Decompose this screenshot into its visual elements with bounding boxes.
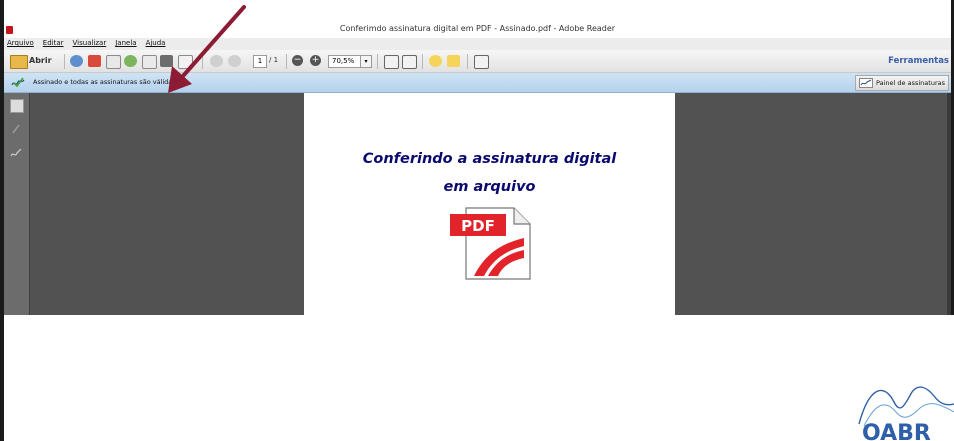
document-viewport[interactable]: Conferindo a assinatura digital em arqui… [4,93,951,315]
menu-bar: Arquivo Editar Visualizar Janela Ajuda [4,39,165,50]
fit-width-icon[interactable] [384,55,399,69]
edit-document-icon[interactable] [106,55,121,69]
save-icon[interactable] [142,55,157,69]
email-icon[interactable] [178,55,193,69]
pdf-page: Conferindo a assinatura digital em arqui… [304,93,675,315]
main-toolbar: Abrir 1 / 1 − + 70,5% ▾ Ferramentas [4,50,951,73]
window-title: Conferimdo assinatura digital em PDF - A… [339,24,616,33]
page-number-input[interactable]: 1 [253,55,267,68]
cloud-share-icon[interactable] [124,55,137,67]
print-icon[interactable] [160,55,173,67]
toolbar-separator [422,54,423,69]
toolbar-separator [286,54,287,69]
toolbar-separator [377,54,378,69]
signature-panel-label: Painel de assinaturas [876,79,945,87]
previous-page-icon[interactable] [210,55,223,67]
combine-files-icon[interactable] [88,55,101,67]
zoom-in-icon[interactable]: + [310,55,321,66]
attachments-icon[interactable] [10,123,22,135]
navigation-sidebar [4,93,30,315]
document-heading-line1: Conferindo a assinatura digital [362,151,617,167]
zoom-out-icon[interactable]: − [292,55,303,66]
fit-page-icon[interactable] [402,55,417,69]
menu-item-arquivo[interactable]: Arquivo [7,39,34,50]
logo-text: OABR [862,421,931,441]
menu-item-visualizar[interactable]: Visualizar [73,39,107,50]
pdf-file-icon: PDF [450,207,531,280]
menu-item-ajuda[interactable]: Ajuda [146,39,166,50]
menu-item-janela[interactable]: Janela [115,39,136,50]
page-total-label: / 1 [269,56,279,64]
oabrj-logo: OABR [858,386,954,441]
tools-button[interactable]: Ferramentas [888,56,949,66]
comment-icon[interactable] [429,55,442,67]
title-bar: Conferimdo assinatura digital em PDF - A… [4,22,951,38]
folder-icon[interactable] [10,55,28,69]
pdf-badge-text: PDF [461,217,495,235]
adobe-reader-window: Conferimdo assinatura digital em PDF - A… [4,22,951,315]
menu-item-editar[interactable]: Editar [43,39,64,50]
document-heading-line2: em arquivo [443,179,536,195]
vertical-scrollbar[interactable] [947,93,951,315]
pages-icon[interactable] [10,99,24,113]
signature-panel-button[interactable]: Painel de assinaturas [855,75,949,91]
highlight-icon[interactable] [447,55,460,67]
signature-status-message: Assinado e todas as assinaturas são váli… [33,78,178,86]
toolbar-separator [202,54,203,69]
signature-valid-icon [11,77,25,88]
toolbar-separator [467,54,468,69]
signatures-icon[interactable] [10,147,22,159]
signature-status-bar: Assinado e todas as assinaturas são váli… [4,73,951,93]
zoom-level-input[interactable]: 70,5% [328,55,361,68]
signature-pen-icon [859,78,874,88]
toolbar-separator [64,54,65,69]
create-pdf-icon[interactable] [70,55,83,67]
full-screen-icon[interactable] [474,55,489,69]
open-button[interactable]: Abrir [29,56,52,65]
next-page-icon[interactable] [228,55,241,67]
zoom-dropdown-chevron-icon[interactable]: ▾ [360,55,372,68]
